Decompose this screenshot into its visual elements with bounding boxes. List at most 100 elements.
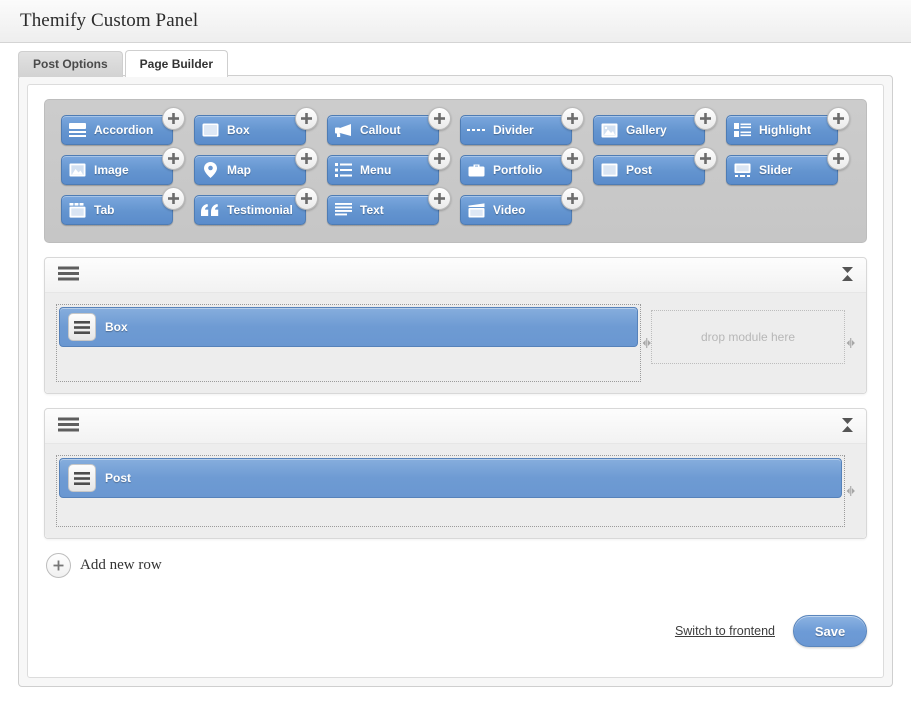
palette-module-box[interactable]: Box [194,107,318,145]
column-resize-handle[interactable] [641,304,651,382]
add-new-row-label: Add new row [80,557,162,573]
text-lines-icon [334,202,352,218]
palette-module-text[interactable]: Text [327,187,451,225]
palette-module-label: Gallery [626,123,667,137]
add-module-button[interactable] [561,107,584,130]
palette-module-label: Menu [360,163,392,177]
window-titlebar: Themify Custom Panel [0,0,911,43]
row-body: Post [45,444,866,538]
palette-module-portfolio[interactable]: Portfolio [460,147,584,185]
palette-module-callout[interactable]: Callout [327,107,451,145]
add-module-button[interactable] [162,147,185,170]
highlight-icon [733,122,751,138]
palette-module-post[interactable]: Post [593,147,717,185]
row-module-box[interactable]: Box [59,307,638,347]
page-title: Themify Custom Panel [20,10,199,31]
add-module-button[interactable] [694,107,717,130]
palette-module-testimonial[interactable]: Testimonial [194,187,318,225]
palette-module-slider[interactable]: Slider [726,147,850,185]
add-module-button[interactable] [561,147,584,170]
palette-module-label: Image [94,163,129,177]
quote-icon [201,202,219,218]
column-wrapper: Box [56,304,651,382]
row-collapse-icon[interactable] [841,266,854,285]
tab-icon [68,202,86,218]
add-module-button[interactable] [162,187,185,210]
row-collapse-icon[interactable] [841,417,854,436]
palette-module-label: Map [227,163,251,177]
palette-module-menu[interactable]: Menu [327,147,451,185]
save-button[interactable]: Save [793,615,867,647]
palette-module-video[interactable]: Video [460,187,584,225]
palette-module-label: Highlight [759,123,811,137]
builder-row: Box drop module here [44,257,867,394]
module-drag-handle-icon[interactable] [68,464,96,492]
palette-module-label: Testimonial [227,203,293,217]
megaphone-icon [334,122,352,138]
tab-bar: Post Options Page Builder [0,43,911,77]
image-icon [68,162,86,178]
add-module-button[interactable] [428,187,451,210]
builder-footer: Switch to frontend Save [675,615,867,647]
palette-module-label: Portfolio [493,163,543,177]
slider-icon [733,162,751,178]
palette-module-label: Post [626,163,653,177]
builder-column[interactable]: Box [56,304,641,382]
row-header [45,409,866,444]
plus-icon [46,553,71,578]
tab-post-options[interactable]: Post Options [18,51,123,77]
row-header [45,258,866,293]
module-drag-handle-icon[interactable] [68,313,96,341]
palette-module-label: Callout [360,123,401,137]
palette-module-label: Video [493,203,526,217]
dashed-line-icon [467,122,485,138]
add-module-button[interactable] [428,147,451,170]
palette-module-divider[interactable]: Divider [460,107,584,145]
row-module-post[interactable]: Post [59,458,842,498]
palette-module-tab[interactable]: Tab [61,187,185,225]
palette-module-label: Slider [759,163,793,177]
switch-to-frontend-link[interactable]: Switch to frontend [675,624,775,638]
add-module-button[interactable] [162,107,185,130]
palette-module-image[interactable]: Image [61,147,185,185]
add-module-button[interactable] [694,147,717,170]
builder-column[interactable]: Post [56,455,845,527]
briefcase-icon [467,162,485,178]
gallery-icon [600,122,618,138]
builder-inner-card: Accordion Box Callout Divider Gallery Hi… [27,84,884,678]
add-module-button[interactable] [561,187,584,210]
palette-module-highlight[interactable]: Highlight [726,107,850,145]
column-resize-handle[interactable] [845,455,855,527]
tab-page-builder[interactable]: Page Builder [124,50,229,77]
module-name: Post [105,471,132,485]
palette-module-label: Tab [94,203,115,217]
map-pin-icon [201,162,219,178]
palette-module-map[interactable]: Map [194,147,318,185]
builder-row: Post [44,408,867,539]
palette-module-label: Box [227,123,250,137]
add-module-button[interactable] [295,107,318,130]
add-module-button[interactable] [295,187,318,210]
palette-module-gallery[interactable]: Gallery [593,107,717,145]
module-palette: Accordion Box Callout Divider Gallery Hi… [44,99,867,243]
clapperboard-icon [467,202,485,218]
palette-module-accordion[interactable]: Accordion [61,107,185,145]
add-module-button[interactable] [428,107,451,130]
palette-module-label: Accordion [94,123,154,137]
post-icon [600,162,618,178]
builder-outer-card: Accordion Box Callout Divider Gallery Hi… [18,75,893,687]
palette-module-label: Divider [493,123,534,137]
palette-module-label: Text [360,203,384,217]
row-drag-handle-icon[interactable] [58,266,79,284]
add-module-button[interactable] [295,147,318,170]
column-resize-handle[interactable] [845,304,855,382]
module-name: Box [105,320,128,334]
row-drag-handle-icon[interactable] [58,417,79,435]
add-module-button[interactable] [827,107,850,130]
menu-list-icon [334,162,352,178]
add-new-row-button[interactable]: Add new row [46,553,162,578]
add-module-button[interactable] [827,147,850,170]
module-dropzone[interactable]: drop module here [651,310,845,364]
accordion-icon [68,122,86,138]
row-body: Box drop module here [45,293,866,393]
